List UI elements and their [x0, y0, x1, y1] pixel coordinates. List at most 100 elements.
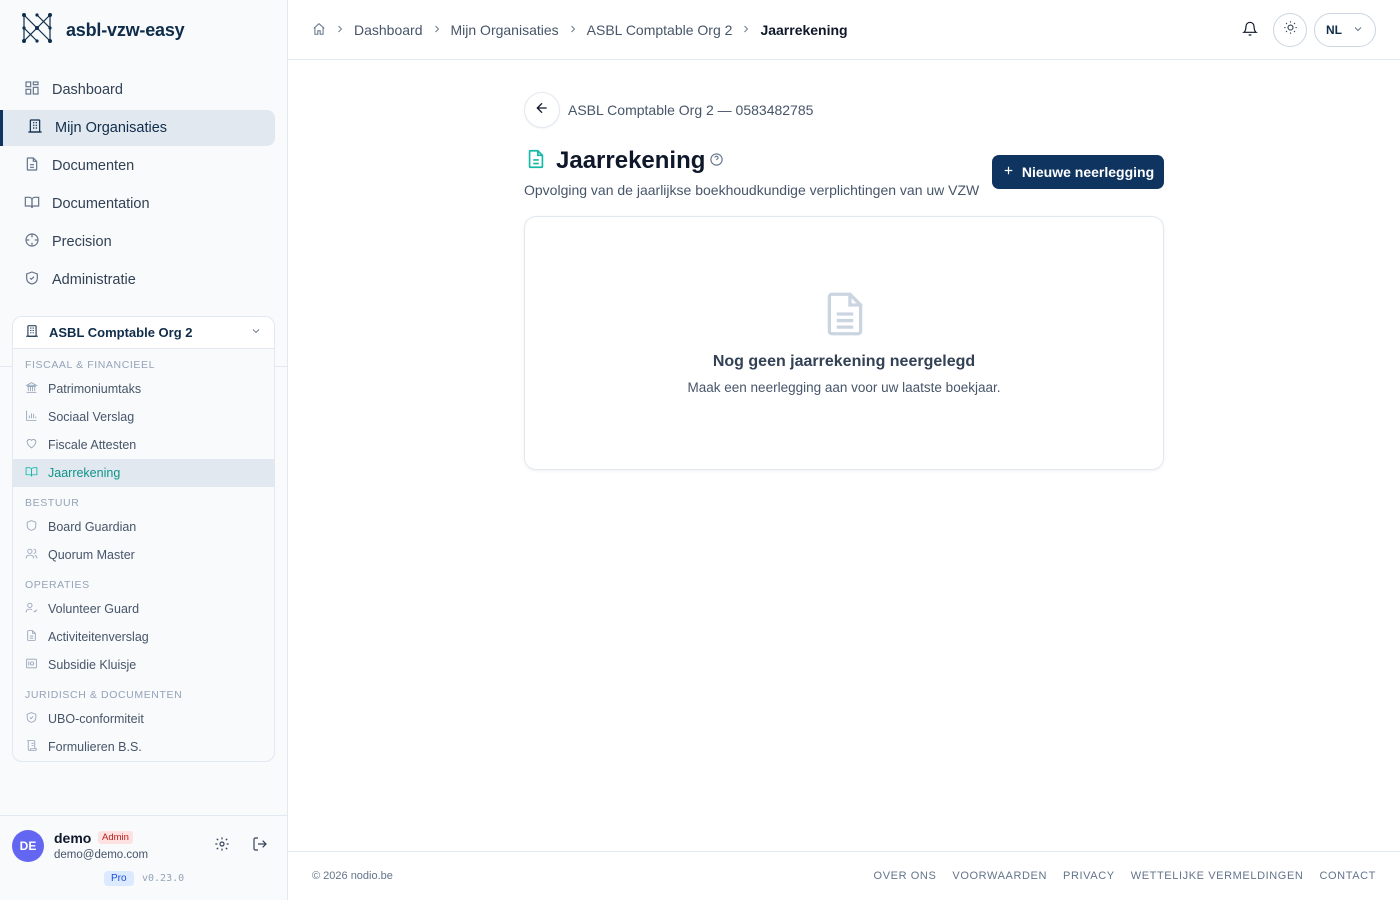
shield-check-icon: [24, 270, 40, 290]
file-text-icon: [525, 148, 547, 175]
footer-link-contact[interactable]: CONTACT: [1319, 870, 1376, 882]
topbar: Dashboard Mijn Organisaties ASBL Comptab…: [288, 0, 1400, 60]
footer-links: OVER ONS VOORWAARDEN PRIVACY WETTELIJKE …: [874, 870, 1376, 882]
sidebar: asbl-vzw-easy Dashboard Mijn Organisatie…: [0, 0, 288, 900]
file-text-icon: [825, 291, 865, 342]
chevron-right-icon: [740, 22, 752, 38]
book-open-icon: [24, 194, 40, 214]
sub-item-label: UBO-conformiteit: [48, 712, 144, 726]
user-name: demo: [54, 830, 92, 846]
breadcrumb-org[interactable]: ASBL Comptable Org 2: [587, 22, 733, 38]
chevron-down-icon: [250, 325, 262, 340]
heart-icon: [25, 437, 38, 453]
crosshair-icon: [24, 232, 40, 252]
copyright: © 2026 nodio.be: [312, 870, 393, 882]
sub-item-patrimoniumtaks[interactable]: Patrimoniumtaks: [13, 375, 274, 403]
brand[interactable]: asbl-vzw-easy: [0, 0, 287, 60]
sub-item-label: Activiteitenverslag: [48, 630, 149, 644]
group-label-fiscal: FISCAAL & FINANCIEEL: [25, 359, 156, 371]
empty-state-text: Maak een neerlegging aan voor uw laatste…: [687, 380, 1001, 395]
sub-item-jaarrekening[interactable]: Jaarrekening: [13, 459, 274, 487]
chevron-right-icon: [431, 22, 443, 38]
back-button[interactable]: [524, 92, 560, 128]
breadcrumb-current: Jaarrekening: [760, 22, 848, 38]
nav-item-documents[interactable]: Documenten: [12, 148, 275, 184]
user-check-icon: [25, 601, 38, 617]
org-name: ASBL Comptable Org 2: [49, 325, 193, 340]
breadcrumb-dashboard[interactable]: Dashboard: [354, 22, 423, 38]
nav-item-documentation[interactable]: Documentation: [12, 186, 275, 222]
home-icon[interactable]: [312, 22, 326, 39]
org-panel: ASBL Comptable Org 2 FISCAAL & FINANCIEE…: [12, 316, 275, 762]
chevron-down-icon: [1352, 23, 1364, 38]
page-title: Jaarrekening: [556, 147, 706, 174]
sub-item-volunteer-guard[interactable]: Volunteer Guard: [13, 595, 274, 623]
chevron-right-icon: [334, 22, 346, 38]
nav-item-label: Administratie: [52, 272, 136, 288]
language-label: NL: [1326, 23, 1342, 37]
file-text-icon: [25, 629, 38, 645]
help-circle-icon[interactable]: [709, 152, 724, 172]
logout-button[interactable]: [252, 836, 270, 854]
shield-icon: [25, 519, 38, 535]
nav-item-organisations[interactable]: Mijn Organisaties: [0, 110, 275, 146]
sub-item-formulieren[interactable]: Formulieren B.S.: [13, 733, 274, 761]
group-label-juridisch: JURIDISCH & DOCUMENTEN: [25, 689, 183, 701]
plan-badge: Pro: [104, 871, 134, 886]
chevron-right-icon: [567, 22, 579, 38]
sub-item-subsidie-kluisje[interactable]: Subsidie Kluisje: [13, 651, 274, 679]
theme-toggle[interactable]: [1273, 13, 1307, 47]
building-icon: [27, 118, 43, 138]
book-open-icon: [25, 465, 38, 481]
page-subtitle: Opvolging van de jaarlijkse boekhoudkund…: [524, 182, 980, 198]
new-filing-label: Nieuwe neerlegging: [1021, 164, 1155, 180]
sub-item-label: Formulieren B.S.: [48, 740, 142, 754]
scroll-icon: [25, 739, 38, 755]
group-label-bestuur: BESTUUR: [25, 497, 80, 509]
sub-item-label: Sociaal Verslag: [48, 410, 135, 424]
avatar[interactable]: DE: [12, 830, 44, 862]
sub-item-board-guardian[interactable]: Board Guardian: [13, 513, 274, 541]
user-email: demo@demo.com: [54, 849, 149, 861]
new-filing-button[interactable]: Nieuwe neerlegging: [992, 155, 1164, 189]
sub-item-label: Patrimoniumtaks: [48, 382, 142, 396]
sub-item-label: Board Guardian: [48, 520, 137, 534]
notifications-button[interactable]: [1242, 21, 1260, 39]
footer-link-privacy[interactable]: PRIVACY: [1063, 870, 1115, 882]
nav-item-label: Precision: [52, 234, 112, 250]
org-selector[interactable]: ASBL Comptable Org 2: [13, 317, 274, 349]
sub-item-quorum-master[interactable]: Quorum Master: [13, 541, 274, 569]
breadcrumb-organisations[interactable]: Mijn Organisaties: [451, 22, 559, 38]
footer-link-about[interactable]: OVER ONS: [874, 870, 937, 882]
footer: © 2026 nodio.be OVER ONS VOORWAARDEN PRI…: [288, 851, 1400, 900]
app-version: v0.23.0: [142, 873, 185, 884]
footer-link-legal[interactable]: WETTELIJKE VERMELDINGEN: [1131, 870, 1304, 882]
nav-item-label: Documenten: [52, 158, 135, 174]
bar-chart-icon: [25, 409, 38, 425]
language-select[interactable]: NL: [1314, 13, 1376, 47]
role-badge: Admin: [98, 831, 133, 844]
sub-item-sociaal-verslag[interactable]: Sociaal Verslag: [13, 403, 274, 431]
empty-state-title: Nog geen jaarrekening neergelegd: [712, 353, 976, 370]
sub-item-label: Quorum Master: [48, 548, 135, 562]
nav-item-precision[interactable]: Precision: [12, 224, 275, 260]
sub-item-label: Volunteer Guard: [48, 602, 140, 616]
vault-icon: [25, 657, 38, 673]
sub-item-activiteitenverslag[interactable]: Activiteitenverslag: [13, 623, 274, 651]
nav-item-administration[interactable]: Administratie: [12, 262, 275, 298]
bell-icon: [1242, 21, 1258, 41]
brand-name: asbl-vzw-easy: [66, 19, 185, 40]
users-icon: [25, 547, 38, 563]
nav-item-dashboard[interactable]: Dashboard: [12, 72, 275, 108]
sub-item-ubo-conformiteit[interactable]: UBO-conformiteit: [13, 705, 274, 733]
org-identifier: ASBL Comptable Org 2 — 0583482785: [568, 102, 814, 118]
user-panel: DE demo Admin demo@demo.com Pro v0.23.0: [0, 815, 288, 900]
shield-check-icon: [25, 711, 38, 727]
sub-item-fiscale-attesten[interactable]: Fiscale Attesten: [13, 431, 274, 459]
landmark-icon: [24, 381, 39, 397]
settings-button[interactable]: [214, 836, 232, 854]
sun-icon: [1283, 20, 1298, 40]
footer-link-terms[interactable]: VOORWAARDEN: [952, 870, 1047, 882]
breadcrumb: Dashboard Mijn Organisaties ASBL Comptab…: [312, 0, 848, 60]
sub-item-label: Fiscale Attesten: [48, 438, 137, 452]
